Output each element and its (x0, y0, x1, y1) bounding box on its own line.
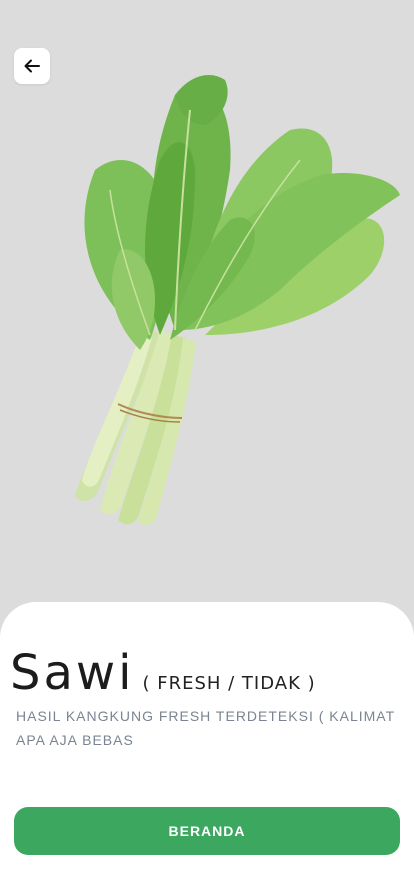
back-button[interactable] (14, 48, 50, 84)
leaves (84, 75, 400, 350)
home-button[interactable]: BERANDA (14, 807, 400, 855)
title-row: Sawi ( FRESH / TIDAK ) (10, 644, 316, 702)
product-name: Sawi (10, 645, 135, 701)
stems (75, 330, 196, 525)
detection-result: HASIL KANGKUNG FRESH TERDETEKSI ( KALIMA… (16, 708, 395, 748)
product-image (0, 0, 414, 640)
sawi-illustration (75, 75, 400, 525)
arrow-left-icon (24, 59, 40, 73)
freshness-hint: ( FRESH / TIDAK ) (142, 673, 316, 694)
